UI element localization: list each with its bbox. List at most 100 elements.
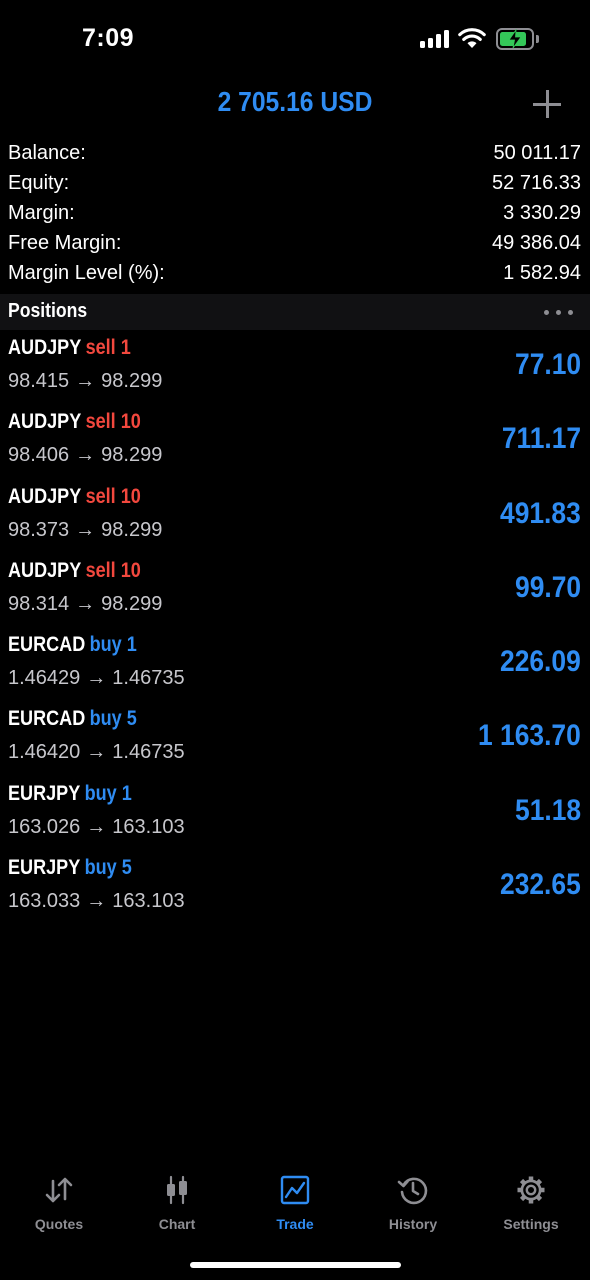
open-price: 1.46420 [8, 741, 81, 764]
position-side: buy 5 [84, 856, 132, 880]
charging-bolt-icon [508, 29, 522, 49]
settings-icon [517, 1176, 545, 1204]
position-symbol: AUDJPY [8, 558, 82, 582]
tab-label: Settings [503, 1216, 559, 1232]
position-side: sell 10 [85, 410, 141, 434]
summary-value: 3 330.29 [503, 202, 581, 224]
position-symbol: EURJPY [8, 781, 81, 805]
open-price: 98.406 [8, 444, 70, 467]
position-row[interactable]: AUDJPY sell 10 98.373 → 98.299 491.83 [0, 479, 590, 553]
current-price: 163.103 [112, 890, 185, 913]
price-arrow-icon: → [75, 518, 96, 541]
tab-chart[interactable]: Chart [118, 1166, 236, 1236]
position-row[interactable]: EURCAD buy 1 1.46429 → 1.46735 226.09 [0, 627, 590, 701]
price-arrow-icon: → [75, 370, 96, 392]
summary-row-balance: Balance: 50 011.17 [0, 138, 590, 168]
home-indicator[interactable] [190, 1262, 401, 1268]
summary-value: 1 582.94 [503, 262, 581, 284]
position-side: buy 1 [84, 781, 132, 805]
account-summary: Balance: 50 011.17 Equity: 52 716.33 Mar… [0, 138, 590, 288]
tab-bar: Quotes Chart Trade History Settings [0, 1166, 590, 1246]
battery-tip [536, 35, 539, 43]
price-arrow-icon: → [75, 444, 96, 467]
open-price: 98.373 [8, 518, 70, 541]
position-profit: 51.18 [514, 793, 581, 827]
current-price: 163.103 [112, 815, 185, 838]
tab-quotes[interactable]: Quotes [0, 1166, 118, 1236]
account-profit-title: 2 705.16 USD [217, 86, 373, 117]
position-profit: 232.65 [500, 868, 581, 902]
position-symbol: EURJPY [8, 856, 81, 880]
open-price: 98.314 [8, 592, 70, 615]
position-profit: 99.70 [514, 570, 581, 604]
position-row[interactable]: EURJPY buy 1 163.026 → 163.103 51.18 [0, 776, 590, 850]
open-price: 163.026 [8, 815, 81, 838]
position-symbol: EURCAD [8, 633, 86, 657]
tab-history[interactable]: History [354, 1166, 472, 1236]
chart-icon [167, 1175, 187, 1205]
position-profit: 491.83 [500, 496, 581, 530]
tab-label: History [388, 1216, 438, 1232]
current-price: 98.299 [101, 370, 163, 392]
position-profit: 711.17 [501, 422, 581, 456]
summary-value: 49 386.04 [492, 232, 581, 254]
position-profit: 226.09 [500, 645, 581, 679]
price-arrow-icon: → [86, 815, 107, 838]
summary-row-margin: Margin: 3 330.29 [0, 198, 590, 228]
tab-settings[interactable]: Settings [472, 1166, 590, 1236]
current-price: 98.299 [101, 518, 163, 541]
price-arrow-icon: → [86, 741, 107, 764]
price-arrow-icon: → [86, 890, 107, 913]
summary-row-free-margin: Free Margin: 49 386.04 [0, 228, 590, 258]
position-row[interactable]: AUDJPY sell 1 98.415 → 98.299 77.10 [0, 330, 590, 404]
position-side: sell 10 [85, 558, 141, 582]
summary-row-margin-level: Margin Level (%): 1 582.94 [0, 258, 590, 288]
positions-list: AUDJPY sell 1 98.415 → 98.299 77.10 AUDJPY s… [0, 330, 590, 924]
status-time: 7:09 [82, 24, 135, 52]
battery-icon [496, 28, 534, 50]
position-side: sell 10 [85, 484, 141, 508]
quotes-icon [45, 1177, 73, 1203]
position-symbol: EURCAD [8, 707, 86, 731]
tab-label: Trade [276, 1216, 314, 1232]
position-row[interactable]: AUDJPY sell 10 98.406 → 98.299 711.17 [0, 404, 590, 478]
current-price: 1.46735 [112, 667, 185, 690]
current-price: 98.299 [101, 444, 163, 467]
cellular-signal-icon [420, 30, 450, 48]
position-side: sell 1 [85, 336, 131, 359]
tab-label: Quotes [34, 1216, 84, 1232]
position-side: buy 5 [89, 707, 137, 731]
summary-label: Margin Level (%): [8, 262, 165, 284]
add-order-button[interactable] [530, 88, 564, 122]
summary-label: Free Margin: [8, 232, 122, 254]
position-symbol: AUDJPY [8, 336, 82, 359]
more-options-icon[interactable] [544, 310, 574, 316]
trade-icon [280, 1175, 310, 1205]
status-bar: 7:09 [0, 0, 590, 80]
position-symbol: AUDJPY [8, 410, 82, 434]
current-price: 98.299 [101, 592, 163, 615]
position-symbol: AUDJPY [8, 484, 82, 508]
position-side: buy 1 [89, 633, 137, 657]
position-row[interactable]: AUDJPY sell 10 98.314 → 98.299 99.70 [0, 553, 590, 627]
positions-title: Positions [8, 300, 88, 322]
positions-section-header: Positions [0, 294, 590, 330]
open-price: 1.46429 [8, 667, 81, 690]
position-profit: 77.10 [514, 348, 581, 381]
open-price: 163.033 [8, 890, 81, 913]
position-profit: 1 163.70 [478, 719, 581, 753]
summary-value: 52 716.33 [492, 172, 581, 194]
summary-value: 50 011.17 [493, 142, 582, 164]
position-row[interactable]: EURCAD buy 5 1.46420 → 1.46735 1 163.70 [0, 701, 590, 775]
summary-row-equity: Equity: 52 716.33 [0, 168, 590, 198]
summary-label: Equity: [8, 172, 70, 194]
history-icon [397, 1177, 428, 1205]
tab-trade[interactable]: Trade [236, 1166, 354, 1236]
wifi-icon [458, 28, 486, 48]
open-price: 98.415 [8, 370, 70, 392]
current-price: 1.46735 [112, 741, 185, 764]
summary-label: Margin: [8, 202, 75, 224]
tab-label: Chart [158, 1216, 196, 1232]
position-row[interactable]: EURJPY buy 5 163.033 → 163.103 232.65 [0, 850, 590, 924]
price-arrow-icon: → [75, 592, 96, 615]
